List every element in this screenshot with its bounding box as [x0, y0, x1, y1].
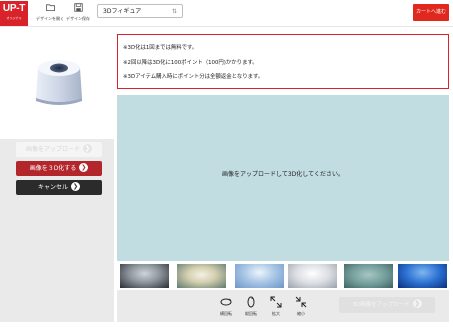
product-preview-image — [36, 60, 82, 105]
background-thumbnail[interactable] — [235, 264, 284, 288]
notice-line: ※3Dアイテム購入時にポイント分は全額返金となります。 — [123, 74, 264, 80]
rotate-vertical-button[interactable]: 縦回転 — [240, 296, 262, 317]
upload-image-label: 画像をアップロード — [25, 146, 80, 153]
rotate-horizontal-icon — [220, 298, 232, 306]
background-thumbnails — [117, 262, 449, 289]
canvas-message: 画像をアップロードして3D化してください。 — [222, 171, 344, 178]
upload-image-button[interactable]: 画像をアップロード ❯ — [16, 142, 102, 157]
header: UP-T オリジナル デザインを開く デザイン保存 3Dフィギュア ⇅ カートへ… — [0, 0, 453, 27]
cancel-label: キャンセル — [37, 184, 68, 191]
rotate-vertical-icon — [247, 296, 255, 308]
notice-box: ※3D化は1回までは無料です。 ※2回以降は3D化に100ポイント（100円)か… — [117, 34, 449, 89]
product-select-value: 3Dフィギュア — [103, 8, 142, 15]
rotate-horizontal-button[interactable]: 横回転 — [215, 296, 237, 317]
save-design-label: デザイン保存 — [66, 16, 90, 21]
arrow-right-icon: ❯ — [412, 299, 422, 308]
notice-line: ※2回以降は3D化に100ポイント（100円)かかります。 — [123, 59, 258, 66]
preview-canvas[interactable]: 画像をアップロードして3D化してください。 — [117, 95, 449, 261]
upload-3d-image-button[interactable]: 3D画像をアップロード ❯ — [339, 297, 435, 313]
arrow-right-icon: ❯ — [71, 182, 80, 191]
save-icon — [73, 3, 83, 12]
background-thumbnail[interactable] — [398, 264, 447, 288]
convert-3d-button[interactable]: 画像を３D化する ❯ — [16, 161, 102, 176]
arrow-right-icon: ❯ — [79, 163, 89, 172]
folder-icon — [45, 4, 55, 12]
expand-label: 拡大 — [272, 311, 280, 316]
rotate-horizontal-label: 横回転 — [220, 311, 232, 316]
product-select[interactable]: 3Dフィギュア ⇅ — [97, 4, 183, 18]
save-design-button[interactable]: デザイン保存 — [58, 3, 98, 22]
cancel-button[interactable]: キャンセル ❯ — [16, 180, 102, 195]
background-thumbnail[interactable] — [288, 264, 337, 288]
background-thumbnail[interactable] — [344, 264, 393, 288]
expand-icon — [270, 296, 282, 308]
background-thumbnail[interactable] — [177, 264, 226, 288]
convert-3d-label: 画像を３D化する — [29, 165, 77, 172]
go-to-cart-button[interactable]: カートへ進む — [413, 4, 449, 21]
arrow-right-icon: ❯ — [83, 144, 92, 153]
shrink-label: 縮小 — [297, 311, 305, 316]
select-arrows-icon: ⇅ — [171, 8, 177, 15]
upload-3d-image-label: 3D画像をアップロード — [352, 302, 410, 308]
shrink-button[interactable]: 縮小 — [290, 296, 312, 317]
rotate-vertical-label: 縦回転 — [245, 311, 257, 316]
logo-subtext: オリジナル — [6, 16, 22, 20]
logo[interactable]: UP-T オリジナル — [0, 1, 28, 26]
notice-line: ※3D化は1回までは無料です。 — [123, 45, 198, 51]
expand-button[interactable]: 拡大 — [265, 296, 287, 317]
background-thumbnail[interactable] — [120, 264, 169, 288]
logo-text: UP-T — [2, 3, 26, 14]
shrink-icon — [295, 296, 307, 308]
